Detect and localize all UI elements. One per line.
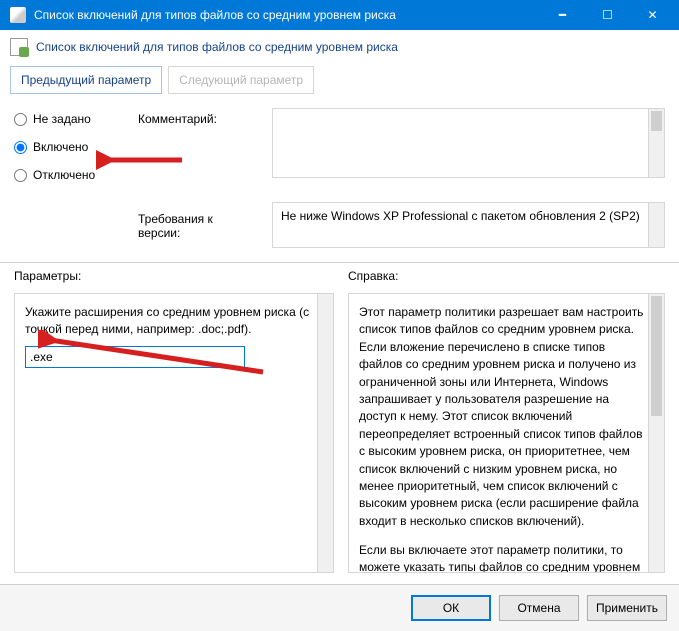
scrollbar[interactable] <box>648 294 664 572</box>
parameters-label: Параметры: <box>14 269 334 283</box>
help-text: Если вы включаете этот параметр политики… <box>359 542 646 573</box>
radio-label: Не задано <box>33 112 91 126</box>
comment-label: Комментарий: <box>138 112 258 126</box>
divider <box>0 262 679 263</box>
next-setting-button: Следующий параметр <box>168 66 314 94</box>
help-text: Этот параметр политики разрешает вам нас… <box>359 304 646 530</box>
state-radios: Не задано Включено Отключено <box>14 108 124 196</box>
ok-button[interactable]: ОК <box>411 595 491 621</box>
requirements-label: Требования к версии: <box>138 202 258 240</box>
titlebar: Список включений для типов файлов со сре… <box>0 0 679 30</box>
radio-label: Отключено <box>33 168 95 182</box>
parameters-panel: Укажите расширения со средним уровнем ри… <box>14 293 334 573</box>
help-panel: Этот параметр политики разрешает вам нас… <box>348 293 665 573</box>
radio-disabled[interactable]: Отключено <box>14 168 124 182</box>
app-icon <box>10 7 26 23</box>
parameters-instructions: Укажите расширения со средним уровнем ри… <box>25 304 315 338</box>
extensions-input[interactable] <box>25 346 245 368</box>
header-title: Список включений для типов файлов со сре… <box>36 40 398 54</box>
policy-icon <box>10 38 28 56</box>
scrollbar[interactable] <box>317 294 333 572</box>
maximize-button[interactable]: ☐ <box>585 0 630 30</box>
header: Список включений для типов файлов со сре… <box>0 30 679 62</box>
comment-textarea[interactable] <box>272 108 665 178</box>
radio-not-configured[interactable]: Не задано <box>14 112 124 126</box>
nav-row: Предыдущий параметр Следующий параметр <box>0 62 679 104</box>
minimize-button[interactable]: ━ <box>540 0 585 30</box>
scrollbar[interactable] <box>648 109 664 177</box>
footer: ОК Отмена Применить <box>0 584 679 631</box>
scrollbar[interactable] <box>648 203 664 247</box>
requirements-box: Не ниже Windows XP Professional с пакето… <box>272 202 665 248</box>
radio-label: Включено <box>33 140 88 154</box>
window-title: Список включений для типов файлов со сре… <box>34 8 540 22</box>
apply-button[interactable]: Применить <box>587 595 667 621</box>
radio-enabled[interactable]: Включено <box>14 140 124 154</box>
prev-setting-button[interactable]: Предыдущий параметр <box>10 66 162 94</box>
help-label: Справка: <box>348 269 665 283</box>
close-button[interactable]: ✕ <box>630 0 675 30</box>
cancel-button[interactable]: Отмена <box>499 595 579 621</box>
requirements-text: Не ниже Windows XP Professional с пакето… <box>281 209 646 223</box>
